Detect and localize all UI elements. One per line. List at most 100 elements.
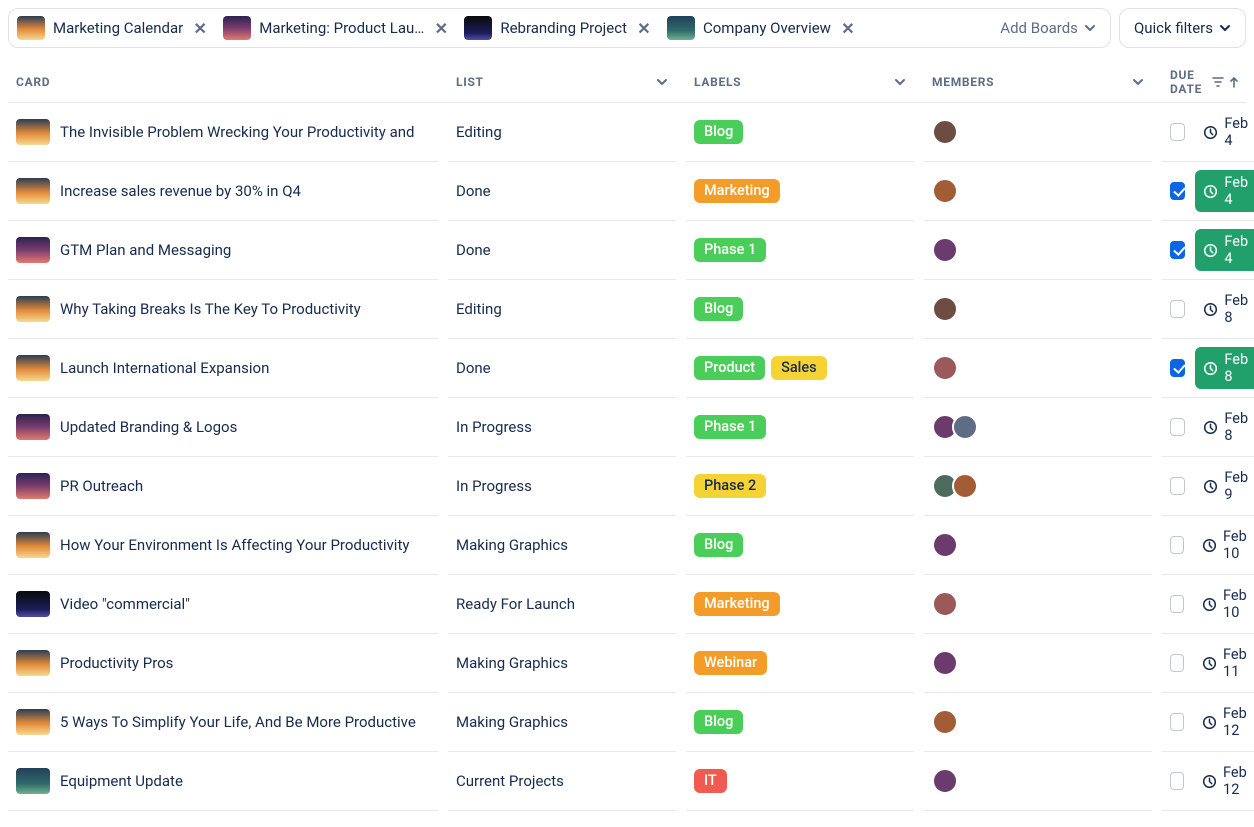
due-complete-checkbox[interactable] [1170,772,1184,790]
label-chip[interactable]: Blog [694,710,743,735]
due-complete-checkbox[interactable] [1170,123,1185,141]
tab-company-overview[interactable]: Company Overview ✕ [663,14,859,42]
member-avatar[interactable] [932,591,958,617]
due-date-badge[interactable]: Feb 8 [1195,406,1254,448]
members-cell[interactable] [924,516,1152,575]
due-complete-checkbox[interactable] [1170,654,1184,672]
list-cell[interactable]: Done [448,339,676,398]
due-complete-checkbox[interactable] [1170,713,1184,731]
column-header-card[interactable]: CARD [8,68,438,96]
due-complete-checkbox[interactable] [1170,300,1185,318]
list-cell[interactable]: In Progress [448,457,676,516]
due-date-badge[interactable]: Feb 12 [1194,701,1254,743]
card-cell[interactable]: PR Outreach [8,457,438,516]
labels-cell[interactable]: Phase 1 [686,398,914,457]
table-row[interactable]: Why Taking Breaks Is The Key To Producti… [8,280,1246,339]
member-avatar[interactable] [932,237,958,263]
add-boards-button[interactable]: Add Boards [1000,19,1100,37]
list-cell[interactable]: Making Graphics [448,693,676,752]
member-avatar[interactable] [932,709,958,735]
label-chip[interactable]: Blog [694,120,743,145]
card-cell[interactable]: Updated Branding & Logos [8,398,438,457]
members-cell[interactable] [924,752,1152,811]
due-date-cell[interactable]: Feb 4 [1162,162,1254,221]
due-complete-checkbox[interactable] [1170,359,1185,377]
filter-icon[interactable] [1212,76,1224,88]
table-row[interactable]: The Invisible Problem Wrecking Your Prod… [8,103,1246,162]
due-date-cell[interactable]: Feb 10 [1162,516,1254,575]
list-cell[interactable]: Current Projects [448,752,676,811]
labels-cell[interactable]: Blog [686,693,914,752]
table-row[interactable]: GTM Plan and MessagingDonePhase 1 Feb 4 [8,221,1246,280]
labels-cell[interactable]: Blog [686,280,914,339]
sort-ascending-icon[interactable] [1228,76,1240,88]
due-date-badge[interactable]: Feb 8 [1195,347,1254,389]
member-avatar[interactable] [952,473,978,499]
chevron-down-icon[interactable] [656,76,668,88]
due-date-cell[interactable]: Feb 12 [1162,693,1254,752]
label-chip[interactable]: Sales [771,356,827,381]
member-avatar[interactable] [932,768,958,794]
label-chip[interactable]: Product [694,356,765,381]
labels-cell[interactable]: Blog [686,516,914,575]
list-cell[interactable]: Done [448,162,676,221]
tab-marketing-calendar[interactable]: Marketing Calendar ✕ [13,14,211,42]
due-date-badge[interactable]: Feb 9 [1195,465,1254,507]
card-cell[interactable]: The Invisible Problem Wrecking Your Prod… [8,103,438,162]
due-complete-checkbox[interactable] [1170,182,1185,200]
members-cell[interactable] [924,162,1152,221]
labels-cell[interactable]: ProductSales [686,339,914,398]
column-header-list[interactable]: LIST [448,68,676,96]
members-cell[interactable] [924,634,1152,693]
table-row[interactable]: How Your Environment Is Affecting Your P… [8,516,1246,575]
list-cell[interactable]: Editing [448,103,676,162]
due-complete-checkbox[interactable] [1170,241,1185,259]
labels-cell[interactable]: Phase 2 [686,457,914,516]
members-cell[interactable] [924,575,1152,634]
table-row[interactable]: Updated Branding & LogosIn Progress Phase… [8,398,1246,457]
due-date-cell[interactable]: Feb 11 [1162,634,1254,693]
card-cell[interactable]: 5 Ways To Simplify Your Life, And Be Mor… [8,693,438,752]
close-icon[interactable]: ✕ [193,19,207,38]
labels-cell[interactable]: Phase 1 [686,221,914,280]
labels-cell[interactable]: Blog [686,103,914,162]
members-cell[interactable] [924,457,1152,516]
members-cell[interactable] [924,280,1152,339]
labels-cell[interactable]: Webinar [686,634,914,693]
label-chip[interactable]: Blog [694,297,743,322]
label-chip[interactable]: Webinar [694,651,767,676]
due-date-badge[interactable]: Feb 11 [1194,642,1254,684]
member-avatar[interactable] [932,355,958,381]
member-avatar[interactable] [952,414,978,440]
due-date-badge[interactable]: Feb 4 [1195,111,1254,153]
members-cell[interactable] [924,103,1152,162]
due-complete-checkbox[interactable] [1170,536,1184,554]
due-date-badge[interactable]: Feb 12 [1194,760,1254,802]
member-avatar[interactable] [932,296,958,322]
label-chip[interactable]: IT [694,769,727,794]
list-cell[interactable]: Ready For Launch [448,575,676,634]
due-complete-checkbox[interactable] [1170,595,1184,613]
list-cell[interactable]: In Progress [448,398,676,457]
list-cell[interactable]: Making Graphics [448,634,676,693]
due-date-badge[interactable]: Feb 10 [1194,583,1254,625]
card-cell[interactable]: Why Taking Breaks Is The Key To Producti… [8,280,438,339]
members-cell[interactable] [924,398,1152,457]
due-date-cell[interactable]: Feb 8 [1162,339,1254,398]
due-complete-checkbox[interactable] [1170,477,1185,495]
card-cell[interactable]: GTM Plan and Messaging [8,221,438,280]
due-complete-checkbox[interactable] [1170,418,1185,436]
labels-cell[interactable]: IT [686,752,914,811]
card-cell[interactable]: Launch International Expansion [8,339,438,398]
due-date-badge[interactable]: Feb 4 [1195,170,1254,212]
member-avatar[interactable] [932,119,958,145]
label-chip[interactable]: Phase 1 [694,238,766,263]
due-date-cell[interactable]: Feb 8 [1162,280,1254,339]
label-chip[interactable]: Phase 1 [694,415,766,440]
member-avatar[interactable] [932,178,958,204]
label-chip[interactable]: Marketing [694,592,780,617]
table-row[interactable]: Video "commercial"Ready For LaunchMarket… [8,575,1246,634]
label-chip[interactable]: Marketing [694,179,780,204]
member-avatar[interactable] [932,532,958,558]
close-icon[interactable]: ✕ [841,19,855,38]
